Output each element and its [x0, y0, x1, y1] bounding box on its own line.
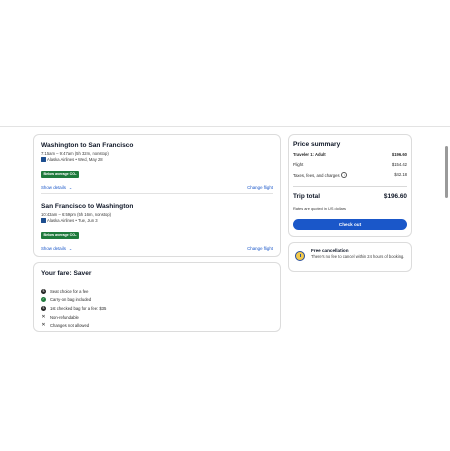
- chevron-down-icon: ⌄: [68, 246, 73, 251]
- fare-feature: $ 1st checked bag for a fee: $35: [41, 304, 271, 313]
- taxes-row: Taxes, fees, and charges i $42.18: [293, 172, 407, 179]
- price-divider: [293, 186, 407, 187]
- show-details-label: Show details: [41, 246, 66, 251]
- flight-times: 7:15am – 9:47am (5h 32m, nonstop): [41, 151, 109, 156]
- show-details-link[interactable]: Show details ⌄: [41, 246, 72, 251]
- traveler-label: Traveler 1: Adult: [293, 152, 326, 157]
- show-details-link[interactable]: Show details ⌄: [41, 185, 72, 190]
- price-summary-title: Price summary: [293, 141, 341, 148]
- fare-title: Your fare: Saver: [41, 270, 92, 277]
- free-cancellation-card: Free cancellation There's no fee to canc…: [288, 242, 412, 272]
- flight-price-label: Flight: [293, 162, 304, 167]
- fare-feature-text: Seat choice for a fee: [50, 288, 89, 294]
- flight-price-value: $154.42: [391, 162, 407, 167]
- taxes-value: $42.18: [394, 172, 407, 177]
- taxes-label: Taxes, fees, and charges: [293, 172, 340, 178]
- segment-links: Show details ⌄ Change flight: [41, 185, 273, 190]
- x-icon: ✕: [41, 322, 46, 329]
- show-details-label: Show details: [41, 185, 66, 190]
- page: Washington to San Francisco 7:15am – 9:4…: [0, 0, 450, 451]
- route-title: Washington to San Francisco: [41, 142, 134, 149]
- cancellation-title: Free cancellation: [311, 248, 349, 253]
- change-flight-link[interactable]: Change flight: [247, 246, 273, 251]
- fare-feature: ✕ Changes not allowed: [41, 321, 271, 330]
- fare-feature-text: Changes not allowed: [50, 323, 90, 329]
- check-icon: ✓: [41, 297, 46, 303]
- fare-feature: $ Seat choice for a fee: [41, 287, 271, 296]
- co2-badge: Below average CO₂: [41, 170, 80, 178]
- dollar-icon: $: [41, 305, 46, 311]
- trip-total-row: Trip total $196.60: [293, 193, 407, 200]
- info-icon[interactable]: i: [341, 172, 348, 179]
- co2-badge: Below average CO₂: [41, 231, 80, 239]
- clock-icon: [295, 251, 305, 261]
- price-summary-card: Price summary Traveler 1: Adult $196.60 …: [288, 134, 412, 237]
- change-flight-link[interactable]: Change flight: [247, 185, 273, 190]
- segment-divider: [41, 193, 273, 194]
- flight-times: 10:43am – 6:59pm (5h 16m, nonstop): [41, 212, 112, 217]
- fare-feature: ✕ Non-refundable: [41, 313, 271, 322]
- trip-total-value: $196.60: [383, 193, 407, 200]
- airline-row: Alaska Airlines • Wed, May 28: [41, 157, 273, 162]
- flights-card: Washington to San Francisco 7:15am – 9:4…: [33, 134, 281, 257]
- chevron-down-icon: ⌄: [68, 185, 73, 190]
- fare-feature-text: Carry-on bag included: [50, 297, 92, 303]
- airline-info: Alaska Airlines • Tue, Jun 3: [47, 218, 98, 223]
- currency-note: Rates are quoted in US dollars: [293, 206, 346, 211]
- taxes-label-group: Taxes, fees, and charges i: [293, 172, 348, 179]
- fare-features-list: $ Seat choice for a fee ✓ Carry-on bag i…: [41, 287, 271, 330]
- fare-feature-text: 1st checked bag for a fee: $35: [50, 305, 107, 311]
- flight-segment-outbound: Washington to San Francisco 7:15am – 9:4…: [41, 141, 273, 190]
- checkout-button[interactable]: Check out: [293, 219, 407, 230]
- airline-info: Alaska Airlines • Wed, May 28: [47, 157, 103, 162]
- fare-card: Your fare: Saver $ Seat choice for a fee…: [33, 262, 281, 332]
- route-title: San Francisco to Washington: [41, 203, 134, 210]
- airline-row: Alaska Airlines • Tue, Jun 3: [41, 218, 273, 223]
- segment-links: Show details ⌄ Change flight: [41, 246, 273, 251]
- dollar-icon: $: [41, 288, 46, 294]
- airline-logo-icon: [41, 157, 46, 162]
- flight-segment-return: San Francisco to Washington 10:43am – 6:…: [41, 202, 273, 251]
- x-icon: ✕: [41, 313, 46, 320]
- traveler-row: Traveler 1: Adult $196.60: [293, 152, 407, 157]
- scrollbar[interactable]: [445, 146, 448, 198]
- traveler-value: $196.60: [391, 152, 407, 157]
- flight-price-row: Flight $154.42: [293, 162, 407, 167]
- fare-feature: ✓ Carry-on bag included: [41, 296, 271, 305]
- cancellation-text: There's no fee to cancel within 24 hours…: [311, 254, 405, 259]
- trip-total-label: Trip total: [293, 193, 320, 200]
- airline-logo-icon: [41, 218, 46, 223]
- fare-feature-text: Non-refundable: [50, 314, 79, 320]
